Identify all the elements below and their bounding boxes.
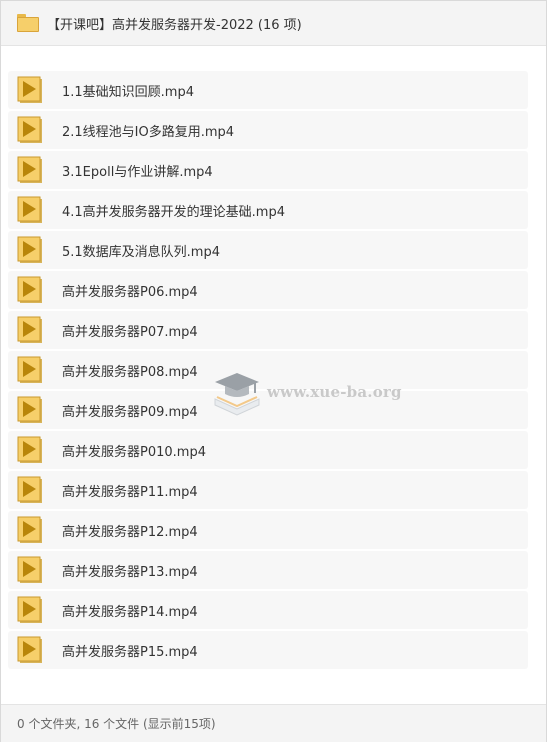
- file-row[interactable]: 高并发服务器P09.mp4: [8, 391, 528, 429]
- folder-header: 【开课吧】高并发服务器开发-2022 (16 项): [1, 1, 546, 46]
- video-file-icon: [17, 476, 42, 503]
- file-name: 1.1基础知识回顾.mp4: [62, 84, 194, 100]
- file-row[interactable]: 高并发服务器P07.mp4: [8, 311, 528, 349]
- file-name: 高并发服务器P09.mp4: [62, 404, 198, 420]
- folder-title: 【开课吧】高并发服务器开发-2022 (16 项): [47, 17, 302, 33]
- file-list: 1.1基础知识回顾.mp4 2.1线程池与IO多路复用.mp4 3.1Epoll与作…: [8, 71, 528, 671]
- file-row[interactable]: 高并发服务器P010.mp4: [8, 431, 528, 469]
- file-name: 高并发服务器P08.mp4: [62, 364, 198, 380]
- video-file-icon: [17, 116, 42, 143]
- status-text: 0 个文件夹, 16 个文件 (显示前15项): [17, 717, 216, 731]
- file-row[interactable]: 高并发服务器P14.mp4: [8, 591, 528, 629]
- video-file-icon: [17, 556, 42, 583]
- file-name: 高并发服务器P14.mp4: [62, 604, 198, 620]
- video-file-icon: [17, 396, 42, 423]
- video-file-icon: [17, 76, 42, 103]
- file-name: 高并发服务器P11.mp4: [62, 484, 198, 500]
- file-name: 高并发服务器P13.mp4: [62, 564, 198, 580]
- file-name: 4.1高并发服务器开发的理论基础.mp4: [62, 204, 285, 220]
- folder-icon: [17, 14, 39, 32]
- file-name: 高并发服务器P06.mp4: [62, 284, 198, 300]
- file-name: 2.1线程池与IO多路复用.mp4: [62, 124, 235, 140]
- video-file-icon: [17, 596, 42, 623]
- video-file-icon: [17, 316, 42, 343]
- file-row[interactable]: 4.1高并发服务器开发的理论基础.mp4: [8, 191, 528, 229]
- video-file-icon: [17, 636, 42, 663]
- file-row[interactable]: 高并发服务器P13.mp4: [8, 551, 528, 589]
- file-row[interactable]: 1.1基础知识回顾.mp4: [8, 71, 528, 109]
- file-row[interactable]: 3.1Epoll与作业讲解.mp4: [8, 151, 528, 189]
- file-name: 3.1Epoll与作业讲解.mp4: [62, 164, 213, 180]
- video-file-icon: [17, 516, 42, 543]
- file-row[interactable]: 高并发服务器P08.mp4: [8, 351, 528, 389]
- file-name: 5.1数据库及消息队列.mp4: [62, 244, 220, 260]
- video-file-icon: [17, 356, 42, 383]
- file-name: 高并发服务器P15.mp4: [62, 644, 198, 660]
- file-name: 高并发服务器P010.mp4: [62, 444, 206, 460]
- video-file-icon: [17, 236, 42, 263]
- file-row[interactable]: 2.1线程池与IO多路复用.mp4: [8, 111, 528, 149]
- status-bar: 0 个文件夹, 16 个文件 (显示前15项): [1, 704, 546, 742]
- video-file-icon: [17, 196, 42, 223]
- file-row[interactable]: 高并发服务器P12.mp4: [8, 511, 528, 549]
- file-row[interactable]: 高并发服务器P15.mp4: [8, 631, 528, 669]
- video-file-icon: [17, 436, 42, 463]
- video-file-icon: [17, 276, 42, 303]
- file-row[interactable]: 高并发服务器P06.mp4: [8, 271, 528, 309]
- file-row[interactable]: 5.1数据库及消息队列.mp4: [8, 231, 528, 269]
- video-file-icon: [17, 156, 42, 183]
- file-list-window: 【开课吧】高并发服务器开发-2022 (16 项) 1.1基础知识回顾.mp4 2…: [0, 0, 547, 742]
- file-name: 高并发服务器P07.mp4: [62, 324, 198, 340]
- file-row[interactable]: 高并发服务器P11.mp4: [8, 471, 528, 509]
- file-name: 高并发服务器P12.mp4: [62, 524, 198, 540]
